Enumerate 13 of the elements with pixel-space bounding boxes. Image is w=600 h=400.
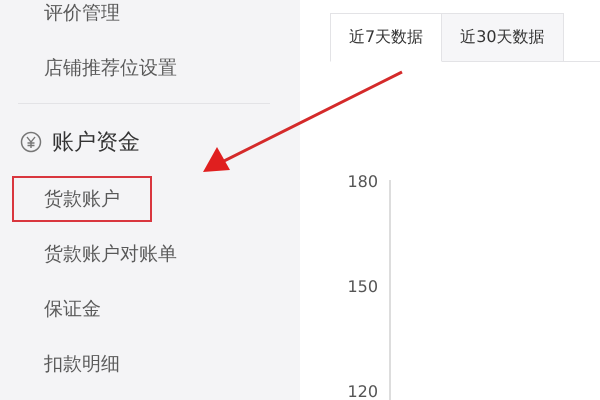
sidebar-item[interactable]: 评价管理 — [12, 0, 152, 34]
section-title: 账户资金 — [52, 129, 140, 157]
sidebar-item[interactable]: 扣款明细 — [12, 342, 152, 386]
axis-tick-label: 120 — [347, 382, 378, 400]
tab[interactable]: 近30天数据 — [442, 13, 564, 62]
tab[interactable]: 近7天数据 — [330, 13, 442, 62]
sidebar-item[interactable]: 保证金 — [12, 286, 133, 330]
sidebar-item[interactable]: 货款账户对账单 — [12, 232, 209, 276]
sidebar-item[interactable]: 店铺推荐位设置 — [12, 46, 209, 90]
sidebar-item[interactable]: 货款账户 — [12, 176, 152, 222]
axis-tick-label: 180 — [347, 172, 378, 192]
yen-icon — [20, 131, 42, 153]
axis-tick-label: 150 — [347, 277, 378, 297]
